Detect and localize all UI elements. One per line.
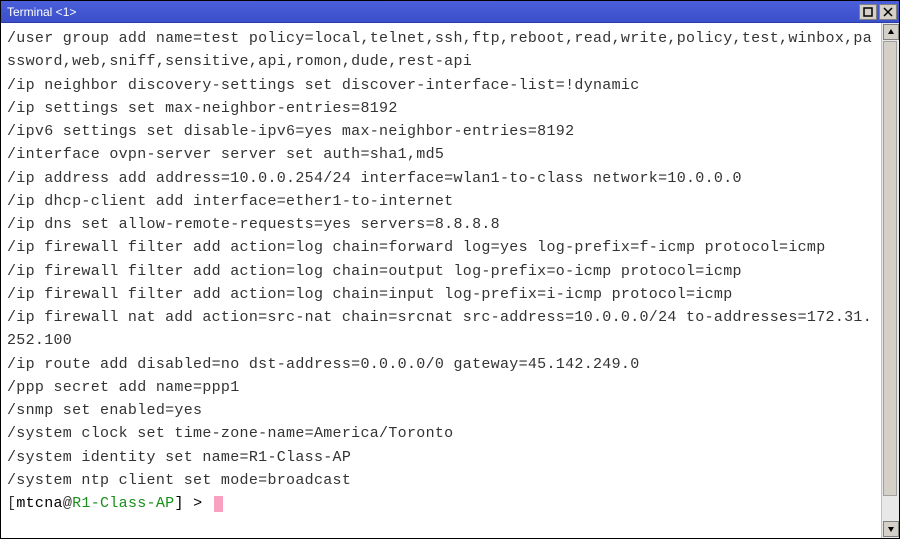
terminal-line: /ip firewall filter add action=log chain… [7,283,875,306]
terminal-line: /interface ovpn-server server set auth=s… [7,143,875,166]
terminal-line: /ip firewall filter add action=log chain… [7,236,875,259]
terminal-line: /ip route add disabled=no dst-address=0.… [7,353,875,376]
terminal-line: /ip firewall nat add action=src-nat chai… [7,306,875,353]
terminal-line: /ip dhcp-client add interface=ether1-to-… [7,190,875,213]
terminal-line: /ip dns set allow-remote-requests=yes se… [7,213,875,236]
terminal-line: /snmp set enabled=yes [7,399,875,422]
prompt-line: [mtcna@R1-Class-AP] > [7,495,223,512]
scroll-thumb[interactable] [883,41,897,496]
terminal-window: Terminal <1> /user group add name=test p… [0,0,900,539]
prompt-user: mtcna [16,495,63,512]
scroll-track[interactable] [882,41,899,520]
prompt-host: R1-Class-AP [72,495,174,512]
terminal-line: /ppp secret add name=ppp1 [7,376,875,399]
terminal-area: /user group add name=test policy=local,t… [1,23,899,538]
terminal-line: /user group add name=test policy=local,t… [7,27,875,74]
terminal-line: /ip address add address=10.0.0.254/24 in… [7,167,875,190]
terminal-line: /system clock set time-zone-name=America… [7,422,875,445]
prompt-at: @ [63,495,72,512]
terminal-line: /ip neighbor discovery-settings set disc… [7,74,875,97]
maximize-icon [863,7,873,17]
terminal-line: /ipv6 settings set disable-ipv6=yes max-… [7,120,875,143]
terminal-line: /ip firewall filter add action=log chain… [7,260,875,283]
arrow-up-icon [887,28,895,36]
maximize-button[interactable] [859,4,877,20]
terminal-line: /system ntp client set mode=broadcast [7,469,875,492]
close-button[interactable] [879,4,897,20]
window-title: Terminal <1> [7,5,76,19]
window-controls [859,4,897,20]
titlebar: Terminal <1> [1,1,899,23]
prompt-suffix: ] > [174,495,211,512]
arrow-down-icon [887,525,895,533]
close-icon [883,7,893,17]
terminal-line: /ip settings set max-neighbor-entries=81… [7,97,875,120]
scrollbar[interactable] [881,23,899,538]
scroll-down-button[interactable] [883,521,899,537]
terminal-line: /system identity set name=R1-Class-AP [7,446,875,469]
terminal-content[interactable]: /user group add name=test policy=local,t… [1,23,881,538]
cursor [214,496,223,512]
scroll-up-button[interactable] [883,24,899,40]
